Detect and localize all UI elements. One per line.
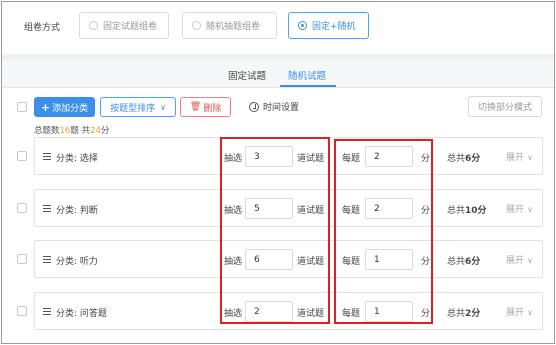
chevron-down-icon: ∨: [160, 102, 166, 112]
expand-toggle[interactable]: 展开 ∨: [506, 253, 533, 266]
expand-label: 展开: [506, 153, 525, 163]
chevron-down-icon: ∨: [527, 308, 533, 317]
total-value: 2分: [465, 309, 481, 319]
expand-toggle[interactable]: 展开 ∨: [506, 150, 533, 163]
active-tab-indicator: [280, 85, 336, 87]
sort-by-type-dropdown[interactable]: 按题型排序 ∨: [100, 97, 176, 117]
row-total: 总共6分: [447, 151, 480, 164]
summary-mid: 题 共: [70, 126, 91, 136]
row-checkbox[interactable]: [17, 151, 27, 161]
radio-selected-icon[interactable]: [298, 21, 307, 30]
mode-bar: 组卷方式 固定试题组卷 随机抽题组卷 固定+随机: [2, 2, 554, 54]
total-value: 10分: [465, 206, 487, 216]
tab-fixed-questions[interactable]: 固定试题: [228, 68, 266, 82]
mode-option-fixed[interactable]: 固定试题组卷: [79, 12, 169, 39]
time-setting-link[interactable]: 时间设置: [249, 100, 299, 113]
row-total: 总共10分: [447, 203, 487, 216]
switch-mode-button[interactable]: 切换部分模式: [468, 96, 542, 117]
expand-toggle[interactable]: 展开 ∨: [506, 202, 533, 215]
time-setting-label: 时间设置: [263, 103, 300, 113]
chevron-down-icon: ∨: [527, 153, 533, 162]
highlight-draw-count-column: [220, 137, 330, 324]
mode-option-label: 固定+随机: [312, 22, 356, 32]
row-checkbox[interactable]: [17, 254, 27, 264]
highlight-per-score-column: [334, 139, 433, 324]
total-prefix: 总共: [447, 206, 466, 216]
mode-option-fixed-plus-random[interactable]: 固定+随机: [288, 12, 369, 39]
summary-suffix: 分: [100, 126, 110, 136]
radio-icon[interactable]: [192, 21, 201, 30]
expand-label: 展开: [506, 308, 525, 318]
sort-by-type-label: 按题型排序: [110, 103, 156, 114]
category-name: 分类: 听力: [56, 257, 98, 267]
chevron-down-icon: ∨: [527, 205, 533, 214]
mode-option-label: 随机抽题组卷: [206, 22, 261, 32]
summary-score: 24: [90, 126, 101, 136]
add-category-label: 添加分类: [52, 103, 89, 114]
category-name: 分类: 问答题: [56, 309, 107, 319]
category-name: 分类: 判断: [56, 206, 98, 216]
summary-prefix: 总题数: [34, 126, 60, 136]
menu-icon[interactable]: [43, 205, 51, 212]
mode-option-random[interactable]: 随机抽题组卷: [182, 12, 277, 39]
delete-label: 删除: [203, 103, 222, 114]
total-prefix: 总共: [447, 154, 466, 164]
total-prefix: 总共: [447, 309, 466, 319]
row-total: 总共6分: [447, 254, 480, 267]
mode-label: 组卷方式: [24, 23, 61, 33]
delete-button[interactable]: 🗑 删除: [180, 97, 231, 117]
trash-icon: 🗑: [189, 102, 202, 112]
clock-icon: [249, 101, 259, 112]
question-summary: 总题数16题 共24分: [34, 124, 109, 136]
row-total: 总共2分: [447, 306, 480, 319]
row-checkbox[interactable]: [17, 306, 27, 316]
category-name: 分类: 选择: [56, 154, 98, 164]
row-checkbox[interactable]: [17, 203, 27, 213]
mode-option-label: 固定试题组卷: [103, 22, 158, 32]
menu-icon[interactable]: [43, 256, 51, 263]
expand-toggle[interactable]: 展开 ∨: [506, 305, 533, 318]
switch-mode-label: 切换部分模式: [477, 103, 532, 113]
menu-icon[interactable]: [43, 308, 51, 315]
total-value: 6分: [465, 257, 481, 267]
total-prefix: 总共: [447, 257, 466, 267]
summary-count: 16: [59, 126, 71, 136]
total-value: 6分: [465, 154, 481, 164]
menu-icon[interactable]: [43, 153, 51, 160]
add-category-button[interactable]: + 添加分类: [34, 97, 95, 117]
exam-builder-panel: 组卷方式 固定试题组卷 随机抽题组卷 固定+随机 固定试题 随机试题 + 添加分…: [1, 1, 555, 344]
plus-icon: +: [40, 100, 51, 114]
tab-random-questions[interactable]: 随机试题: [288, 68, 326, 82]
chevron-down-icon: ∨: [527, 256, 533, 265]
expand-label: 展开: [506, 256, 525, 266]
select-all-checkbox[interactable]: [17, 102, 27, 112]
tab-bar: 固定试题 随机试题: [2, 60, 554, 88]
radio-icon[interactable]: [89, 21, 98, 30]
expand-label: 展开: [506, 205, 525, 215]
